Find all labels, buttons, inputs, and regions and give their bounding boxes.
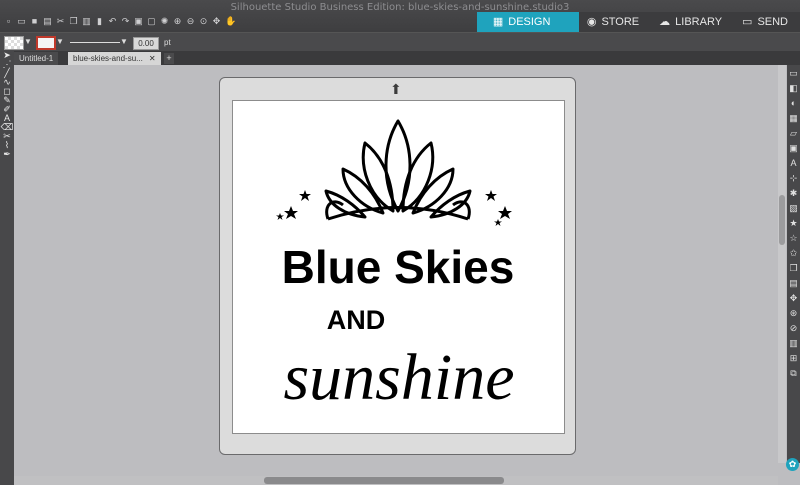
feed-direction-arrow-icon: ⬆ bbox=[390, 81, 402, 97]
title-bar: Silhouette Studio Business Edition: blue… bbox=[0, 0, 800, 32]
align-icon[interactable]: ⧉ bbox=[787, 367, 800, 380]
modify-icon[interactable]: ▧ bbox=[787, 202, 800, 215]
horizontal-scrollbar[interactable] bbox=[14, 476, 778, 485]
settings-gear-icon[interactable]: ✿ bbox=[786, 458, 799, 471]
grid-icon: ▦ bbox=[492, 16, 504, 28]
right-panel-toolbar: ▭ ◧ ◐ ▦ ▱ ▣ A ⊹ ✱ ▧ ★ ☆ ✩ ❐ ▤ ✥ ⊛ ⊘ ▥ ⊞ … bbox=[787, 65, 800, 463]
paste-icon[interactable]: ▥ bbox=[82, 16, 91, 26]
print-icon[interactable]: ▤ bbox=[43, 16, 52, 26]
chevron-down-icon[interactable]: ▼ bbox=[24, 37, 32, 46]
design-line-3: sunshine bbox=[284, 341, 515, 414]
left-toolbar: ➤ ⋰ ╱ ∿ ◻ ✎ ✐ A ⌫ ✂ ⌇ ✒ bbox=[0, 51, 14, 485]
cut-icon[interactable]: ✂ bbox=[56, 16, 65, 26]
open-icon[interactable]: ▭ bbox=[17, 16, 26, 26]
pen-tool-icon[interactable]: ✒ bbox=[0, 150, 14, 159]
vertical-scrollbar[interactable] bbox=[778, 65, 786, 463]
page-setup-icon[interactable]: ▭ bbox=[787, 67, 800, 80]
redo-icon[interactable]: ↷ bbox=[121, 16, 130, 26]
line-style-selector[interactable] bbox=[70, 42, 120, 43]
doc-tab-label: blue-skies-and-su... bbox=[73, 54, 143, 63]
tab-design-label: DESIGN bbox=[508, 16, 551, 28]
group-icon[interactable]: ▣ bbox=[134, 16, 143, 26]
nesting-icon[interactable]: ✥ bbox=[787, 292, 800, 305]
rhinestone-icon[interactable]: ⊛ bbox=[787, 307, 800, 320]
vertical-scrollbar-thumb[interactable] bbox=[779, 195, 785, 245]
cloud-icon: ☁ bbox=[659, 16, 671, 28]
doc-tab-active[interactable]: blue-skies-and-su... ✕ bbox=[68, 52, 161, 65]
image-panel-icon[interactable]: ▣ bbox=[787, 142, 800, 155]
tab-store-label: STORE bbox=[601, 16, 640, 28]
line-panel-icon[interactable]: ▱ bbox=[787, 127, 800, 140]
tab-send[interactable]: ▭ SEND bbox=[734, 12, 800, 32]
doc-tab-untitled[interactable]: Untitled-1 bbox=[14, 52, 59, 65]
design-line-1: Blue Skies bbox=[282, 241, 515, 293]
close-icon[interactable]: ✕ bbox=[149, 54, 156, 63]
weld-icon[interactable]: ⊞ bbox=[787, 352, 800, 365]
zoom-fit-icon[interactable]: ⊙ bbox=[199, 16, 208, 26]
text-style-icon[interactable]: A bbox=[787, 157, 800, 170]
copy-icon[interactable]: ❐ bbox=[69, 16, 78, 26]
document-tabs: Untitled-1 blue-skies-and-su... ✕ + bbox=[14, 51, 800, 65]
fill-color-swatch[interactable] bbox=[4, 36, 24, 50]
chevron-down-icon[interactable]: ▼ bbox=[120, 37, 128, 46]
zoom-out-icon[interactable]: ⊖ bbox=[186, 16, 195, 26]
new-tab-button[interactable]: + bbox=[164, 53, 174, 64]
knife-panel-icon[interactable]: ▥ bbox=[787, 337, 800, 350]
zoom-icon[interactable]: ✋ bbox=[225, 16, 236, 26]
library-panel-icon[interactable]: ▤ bbox=[787, 277, 800, 290]
ungroup-icon[interactable]: ▢ bbox=[147, 16, 156, 26]
tab-library[interactable]: ☁ LIBRARY bbox=[651, 12, 735, 32]
select-all-icon[interactable]: ✺ bbox=[160, 16, 169, 26]
trace-icon[interactable]: ☆ bbox=[787, 232, 800, 245]
store-icon: ◉ bbox=[586, 16, 597, 28]
horizontal-scrollbar-thumb[interactable] bbox=[264, 477, 504, 484]
new-icon[interactable]: ▫ bbox=[4, 16, 13, 26]
main-nav: ▦ DESIGN ◉ STORE ☁ LIBRARY ▭ SEND bbox=[476, 12, 800, 32]
tab-store[interactable]: ◉ STORE bbox=[578, 12, 652, 32]
line-width-input[interactable]: 0.00 bbox=[133, 37, 159, 50]
crown-graphic bbox=[324, 119, 472, 221]
undo-icon[interactable]: ↶ bbox=[108, 16, 117, 26]
replicate-icon[interactable]: ✱ bbox=[787, 187, 800, 200]
chevron-down-icon[interactable]: ▼ bbox=[56, 37, 64, 46]
cutter-icon: ▭ bbox=[742, 16, 753, 28]
line-width-unit: pt bbox=[164, 38, 171, 47]
offset-icon[interactable]: ★ bbox=[787, 217, 800, 230]
line-color-swatch[interactable] bbox=[36, 36, 56, 50]
emboss-icon[interactable]: ⊘ bbox=[787, 322, 800, 335]
properties-bar: ▼ ▼ ▼ 0.00 pt bbox=[0, 32, 800, 52]
save-icon[interactable]: ■ bbox=[30, 16, 39, 26]
tab-send-label: SEND bbox=[757, 16, 788, 28]
pattern-panel-icon[interactable]: ▦ bbox=[787, 112, 800, 125]
tab-design[interactable]: ▦ DESIGN bbox=[476, 12, 579, 32]
delete-icon[interactable]: ▮ bbox=[95, 16, 104, 26]
transform-icon[interactable]: ⊹ bbox=[787, 172, 800, 185]
design-artwork[interactable]: Blue Skies AND sunshine bbox=[233, 101, 564, 433]
gradient-panel-icon[interactable]: ◐ bbox=[787, 97, 800, 110]
design-line-2: AND bbox=[327, 305, 386, 335]
quick-toolbar: ▫ ▭ ■ ▤ ✂ ❐ ▥ ▮ ↶ ↷ ▣ ▢ ✺ ⊕ ⊖ ⊙ ✥ ✋ bbox=[4, 14, 236, 28]
sketch-icon[interactable]: ✩ bbox=[787, 247, 800, 260]
fill-panel-icon[interactable]: ◧ bbox=[787, 82, 800, 95]
cutting-mat: ⬆ Blue Skies AND sunshine bbox=[219, 77, 576, 455]
design-page[interactable]: Blue Skies AND sunshine bbox=[232, 100, 565, 434]
pan-icon[interactable]: ✥ bbox=[212, 16, 221, 26]
doc-tab-label: Untitled-1 bbox=[19, 54, 54, 63]
zoom-in-icon[interactable]: ⊕ bbox=[173, 16, 182, 26]
layers-icon[interactable]: ❐ bbox=[787, 262, 800, 275]
tab-library-label: LIBRARY bbox=[675, 16, 723, 28]
